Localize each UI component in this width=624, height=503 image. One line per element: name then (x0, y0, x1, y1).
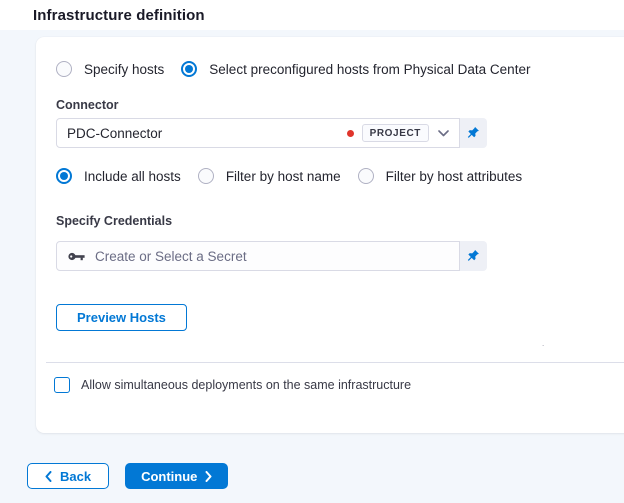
key-icon (67, 250, 86, 263)
radio-include-all-hosts[interactable]: Include all hosts (56, 168, 181, 184)
infrastructure-definition-card: Specify hosts Select preconfigured hosts… (36, 37, 624, 433)
wizard-footer: Back Continue (0, 463, 624, 489)
radio-button-icon[interactable] (357, 168, 374, 184)
continue-button[interactable]: Continue (125, 463, 229, 489)
page-title: Infrastructure definition (33, 6, 205, 24)
allow-simultaneous-deployments-checkbox[interactable] (54, 377, 70, 393)
back-button[interactable]: Back (27, 463, 110, 489)
radio-specify-hosts[interactable]: Specify hosts (56, 61, 164, 77)
host-source-radio-group: Specify hosts Select preconfigured hosts… (56, 61, 616, 77)
back-button-label: Back (60, 468, 92, 484)
connector-fixed-input-pin-button[interactable] (460, 118, 487, 148)
radio-label: Filter by host name (225, 168, 341, 184)
specify-credentials-label: Specify Credentials (56, 214, 173, 228)
credentials-field-row: Create or Select a Secret (56, 241, 487, 271)
connector-select[interactable]: PDC-Connector PROJECT (56, 118, 460, 148)
radio-filter-by-host-attributes[interactable]: Filter by host attributes (357, 168, 523, 184)
radio-label: Filter by host attributes (385, 168, 523, 184)
host-filter-radio-group: Include all hosts Filter by host name Fi… (56, 168, 616, 184)
radio-label: Include all hosts (84, 168, 181, 184)
chevron-right-icon (205, 470, 212, 482)
page-header: Infrastructure definition (0, 0, 624, 30)
connector-status-dot-icon (346, 129, 354, 137)
radio-button-icon[interactable] (181, 61, 198, 77)
radio-label: Specify hosts (84, 61, 165, 77)
checkbox-label: Allow simultaneous deployments on the sa… (81, 378, 412, 392)
radio-select-preconfigured-hosts[interactable]: Select preconfigured hosts from Physical… (181, 61, 530, 77)
radio-button-icon[interactable] (197, 168, 214, 184)
connector-field-row: PDC-Connector PROJECT (56, 118, 487, 148)
stray-mark: . (542, 339, 545, 348)
radio-button-icon[interactable] (56, 61, 72, 77)
secret-placeholder: Create or Select a Secret (95, 248, 247, 264)
pin-icon (466, 249, 480, 263)
radio-filter-by-host-name[interactable]: Filter by host name (197, 168, 341, 184)
pin-icon (466, 126, 480, 140)
preview-hosts-button[interactable]: Preview Hosts (56, 304, 187, 331)
connector-value: PDC-Connector (67, 125, 163, 141)
connector-label: Connector (56, 98, 119, 112)
chevron-left-icon (45, 470, 52, 482)
simultaneous-deployments-row: Allow simultaneous deployments on the sa… (36, 363, 624, 393)
radio-button-icon[interactable] (56, 168, 72, 184)
chevron-down-icon (438, 129, 449, 137)
continue-button-label: Continue (141, 468, 198, 484)
connector-scope-badge: PROJECT (361, 124, 429, 142)
secret-fixed-input-pin-button[interactable] (460, 241, 487, 271)
secret-select-field[interactable]: Create or Select a Secret (56, 241, 460, 271)
radio-label: Select preconfigured hosts from Physical… (209, 61, 531, 77)
